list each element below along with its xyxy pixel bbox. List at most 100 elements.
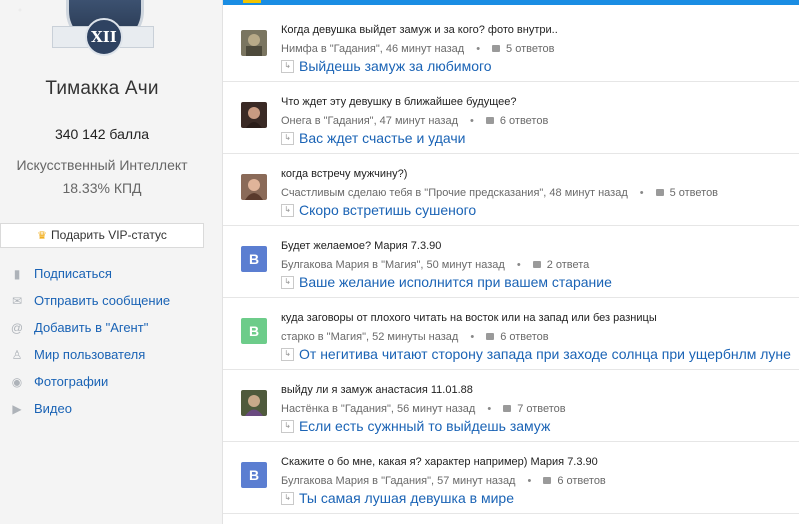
user-avatar[interactable] xyxy=(241,102,267,128)
comment-icon xyxy=(532,260,541,268)
question-author[interactable]: Нимфа в "Гадания", 46 минут назад xyxy=(281,43,464,55)
at-icon: @ xyxy=(10,320,24,335)
question-item: Когда девушка выйдет замуж и за кого? фо… xyxy=(223,10,799,82)
comment-icon xyxy=(486,332,495,340)
question-author[interactable]: Булгакова Мария в "Магия", 50 минут наза… xyxy=(281,259,505,271)
menu-item-label: Видео xyxy=(34,401,72,416)
question-item: выйду ли я замуж анастасия 11.01.88 Наст… xyxy=(223,370,799,442)
question-meta: Булгакова Мария в "Гадания", 57 минут на… xyxy=(281,475,606,487)
comment-icon xyxy=(485,116,494,124)
reply-arrow-icon: ↳ xyxy=(281,203,294,217)
question-author[interactable]: Настёнка в "Гадания", 56 минут назад xyxy=(281,403,475,415)
gift-vip-button[interactable]: ♛ Подарить VIP-статус xyxy=(0,223,204,248)
profile-sidebar: XII Тимакка Ачи 340 142 балла Искусствен… xyxy=(0,0,222,524)
question-author[interactable]: Булгакова Мария в "Гадания", 57 минут на… xyxy=(281,475,515,487)
menu-item-subscribe[interactable]: ▮ Подписаться xyxy=(10,260,170,287)
question-item: Что ждет эту девушку в ближайшее будущее… xyxy=(223,82,799,154)
question-title[interactable]: выйду ли я замуж анастасия 11.01.88 xyxy=(281,384,473,396)
comment-icon xyxy=(655,188,664,196)
user-avatar[interactable] xyxy=(241,30,267,56)
question-author[interactable]: старко в "Магия", 52 минуты назад xyxy=(281,331,458,343)
questions-feed: Когда девушка выйдет замуж и за кого? фо… xyxy=(222,0,799,524)
reply-arrow-icon: ↳ xyxy=(281,59,294,73)
reply-arrow-icon: ↳ xyxy=(281,419,294,433)
question-meta: Нимфа в "Гадания", 46 минут назад • 5 отве… xyxy=(281,43,554,55)
top-accent-bar xyxy=(223,0,799,5)
question-item: B куда заговоры от плохого читать на вос… xyxy=(223,298,799,370)
reply-arrow-icon: ↳ xyxy=(281,275,294,289)
answers-count[interactable]: 2 ответа xyxy=(547,259,590,271)
question-title[interactable]: когда встречу мужчину?) xyxy=(281,168,407,180)
question-title[interactable]: Будет желаемое? Мария 7.3.90 xyxy=(281,240,441,252)
top-tab-indicator xyxy=(243,0,261,3)
menu-item-label: Отправить сообщение xyxy=(34,293,171,308)
menu-item-add-agent[interactable]: @ Добавить в "Агент" xyxy=(10,314,170,341)
best-answer-link[interactable]: ↳ От негитива читают сторону запада при з… xyxy=(281,346,791,362)
best-answer-link[interactable]: ↳ Вас ждет счастье и удачи xyxy=(281,130,465,146)
question-item: B Скажите о бо мне, какая я? характер на… xyxy=(223,442,799,514)
menu-item-label: Подписаться xyxy=(34,266,112,281)
question-meta: Булгакова Мария в "Магия", 50 минут наза… xyxy=(281,259,589,271)
question-title[interactable]: Скажите о бо мне, какая я? характер напр… xyxy=(281,456,598,468)
best-answer-text: Выйдешь замуж за любимого xyxy=(299,58,492,74)
separator-dot: • xyxy=(487,403,492,415)
separator-dot: • xyxy=(639,187,644,199)
answers-count[interactable]: 5 ответов xyxy=(506,43,554,55)
best-answer-link[interactable]: ↳ Ваше желание исполнится при вашем стара… xyxy=(281,274,612,290)
best-answer-link[interactable]: ↳ Скоро встретишь сушеного xyxy=(281,202,476,218)
user-name: Тимакка Ачи xyxy=(45,78,159,99)
best-answer-text: От негитива читают сторону запада при за… xyxy=(299,346,791,362)
answers-count[interactable]: 6 ответов xyxy=(557,475,605,487)
reply-arrow-icon: ↳ xyxy=(281,347,294,361)
crown-icon: ♛ xyxy=(37,230,48,242)
menu-item-label: Фотографии xyxy=(34,374,109,389)
best-answer-link[interactable]: ↳ Если есть сужнный то выйдешь замуж xyxy=(281,418,550,434)
user-avatar[interactable]: B xyxy=(241,462,267,488)
menu-item-user-world[interactable]: ♙ Мир пользователя xyxy=(10,341,170,368)
menu-item-photos[interactable]: ◉ Фотографии xyxy=(10,368,170,395)
reply-arrow-icon: ↳ xyxy=(281,491,294,505)
user-avatar[interactable]: B xyxy=(241,246,267,272)
answers-count[interactable]: 7 ответов xyxy=(517,403,565,415)
question-title[interactable]: Когда девушка выйдет замуж и за кого? фо… xyxy=(281,24,558,36)
profile-actions-menu: ▮ Подписаться ✉ Отправить сообщение @ До… xyxy=(10,260,170,422)
question-author[interactable]: Счастливым сделаю тебя в "Прочие предска… xyxy=(281,187,628,199)
user-points: 340 142 балла xyxy=(54,126,150,142)
question-title[interactable]: Что ждет эту девушку в ближайшее будущее… xyxy=(281,96,517,108)
comment-icon xyxy=(492,44,501,52)
user-avatar[interactable] xyxy=(241,174,267,200)
question-title[interactable]: куда заговоры от плохого читать на восто… xyxy=(281,312,657,324)
mail-icon: ✉ xyxy=(11,293,23,308)
menu-item-label: Мир пользователя xyxy=(34,347,146,362)
level-badge: XII xyxy=(52,0,154,62)
menu-item-send-message[interactable]: ✉ Отправить сообщение xyxy=(10,287,170,314)
separator-dot: • xyxy=(476,43,481,55)
question-meta: Счастливым сделаю тебя в "Прочие предска… xyxy=(281,187,718,199)
answers-count[interactable]: 6 ответов xyxy=(500,331,548,343)
comment-icon xyxy=(503,404,512,412)
bookmark-icon: ▮ xyxy=(13,266,21,281)
badge-level-text: XII xyxy=(85,18,123,56)
separator-dot: • xyxy=(527,475,532,487)
user-avatar[interactable] xyxy=(241,390,267,416)
reply-arrow-icon: ↳ xyxy=(281,131,294,145)
menu-item-video[interactable]: ▶ Видео xyxy=(10,395,170,422)
best-answer-link[interactable]: ↳ Ты самая лушая девушка в мире xyxy=(281,490,514,506)
best-answer-text: Ваше желание исполнится при вашем старан… xyxy=(299,274,612,290)
separator-dot: • xyxy=(470,115,474,127)
question-meta: старко в "Магия", 52 минуты назад • 6 отве… xyxy=(281,331,549,343)
answers-count[interactable]: 5 ответов xyxy=(670,187,718,199)
comment-icon xyxy=(543,476,552,484)
question-author[interactable]: Онега в "Гадания", 47 минут назад xyxy=(281,115,458,127)
best-answer-text: Если есть сужнный то выйдешь замуж xyxy=(299,418,551,434)
gift-vip-label: Подарить VIP-статус xyxy=(51,228,167,242)
best-answer-text: Вас ждет счастье и удачи xyxy=(299,130,466,146)
best-answer-link[interactable]: ↳ Выйдешь замуж за любимого xyxy=(281,58,492,74)
question-meta: Настёнка в "Гадания", 56 минут назад • 7 о… xyxy=(281,403,566,415)
user-rank: Искусственный Интеллект xyxy=(16,157,188,173)
separator-dot: • xyxy=(516,259,521,271)
user-avatar[interactable]: B xyxy=(241,318,267,344)
user-kpd: 18.33% КПД xyxy=(62,180,142,196)
menu-item-label: Добавить в "Агент" xyxy=(34,320,149,335)
answers-count[interactable]: 6 ответов xyxy=(500,115,548,127)
